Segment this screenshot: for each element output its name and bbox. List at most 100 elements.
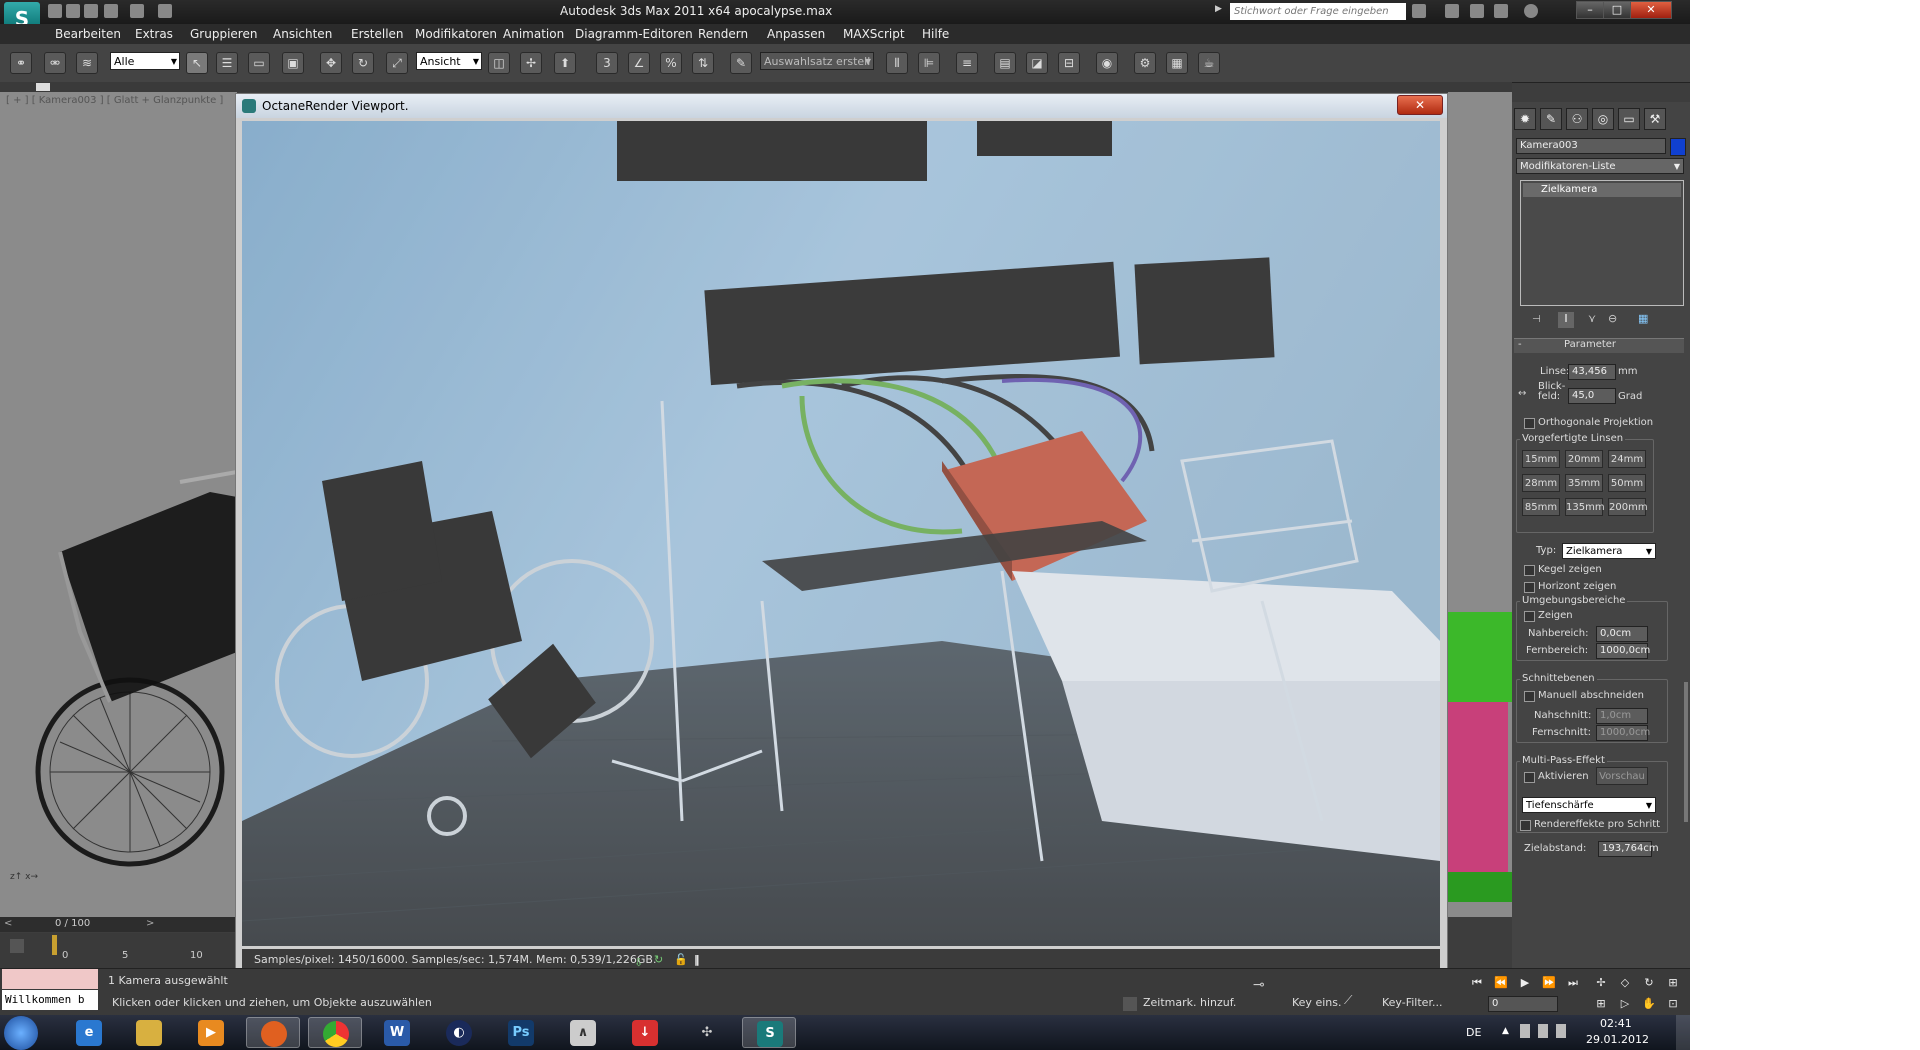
select-manipulate-icon[interactable]: ✢ [520,52,542,74]
curve-editor-icon[interactable]: ◪ [1026,52,1048,74]
undo-icon[interactable] [104,4,118,18]
trackbar[interactable]: 0 5 10 [0,933,235,968]
near-range-spinner[interactable]: 0,0cm [1596,626,1648,642]
volume-icon[interactable] [1556,1024,1566,1038]
new-file-icon[interactable] [48,4,62,18]
octane-close-button[interactable]: ✕ [1397,95,1443,115]
orbit-icon[interactable]: ↻ [1640,975,1658,991]
display-tab-icon[interactable]: ▭ [1618,108,1640,130]
menu-edit[interactable]: Bearbeiten [55,27,121,41]
taskbar-media-player[interactable]: ▶ [184,1017,238,1048]
lens-50mm-button[interactable]: 50mm [1608,474,1646,492]
walk-through-icon[interactable]: ▷ [1616,996,1634,1012]
selection-filter-dropdown[interactable]: Alle [110,52,180,71]
named-selection-dropdown[interactable]: Auswahlsatz erstell [760,52,874,71]
menu-help[interactable]: Hilfe [922,27,949,41]
menu-animation[interactable]: Animation [503,27,564,41]
maxscript-listener[interactable]: Willkommen b [2,990,98,1010]
key-icon[interactable]: ⊸ [1253,977,1279,993]
favorites-star-icon[interactable] [1494,4,1508,18]
menu-graph-editors[interactable]: Diagramm-Editoren [575,27,693,41]
lens-35mm-button[interactable]: 35mm [1565,474,1603,492]
unlink-icon[interactable]: ⚮ [44,52,66,74]
mini-curve-editor-icon[interactable] [10,939,24,953]
key-mode-icon[interactable]: ⟋ [1344,993,1364,1009]
rendered-frame-window-icon[interactable]: ▦ [1166,52,1188,74]
time-tag-icon[interactable] [1123,997,1137,1011]
previous-frame-icon[interactable]: ⏪ [1492,975,1510,991]
key-filters-button[interactable]: Key-Filter... [1382,996,1442,1009]
taskbar-download-app[interactable]: ↓ [618,1017,672,1048]
network-icon[interactable] [1538,1024,1548,1038]
render-setup-icon[interactable]: ⚙ [1134,52,1156,74]
select-by-name-icon[interactable]: ☰ [216,52,238,74]
remove-modifier-icon[interactable]: ⊖ [1608,312,1624,328]
object-color-swatch[interactable] [1670,138,1686,156]
redo-icon[interactable] [130,4,144,18]
lens-20mm-button[interactable]: 20mm [1565,450,1603,468]
time-next-icon[interactable]: > [146,918,154,929]
render-production-icon[interactable]: ☕ [1198,52,1220,74]
tray-expand-icon[interactable]: ▲ [1502,1026,1509,1036]
parameter-rollout-header[interactable]: - Parameter [1514,338,1684,353]
current-frame-field[interactable]: 0 [1488,996,1558,1012]
binoculars-icon[interactable] [1412,4,1426,18]
play-icon[interactable]: ▶ [1516,975,1534,991]
object-name-field[interactable]: Kamera003 [1516,138,1666,154]
clock-time[interactable]: 02:41 [1600,1017,1632,1030]
material-editor-icon[interactable]: ◉ [1096,52,1118,74]
target-distance-spinner[interactable]: 193,764cm [1598,841,1659,857]
viewport-config-icon[interactable] [36,83,50,91]
lens-200mm-button[interactable]: 200mm [1608,498,1648,516]
align-icon[interactable]: ⊫ [918,52,940,74]
menu-maxscript[interactable]: MAXScript [843,27,905,41]
tray-icon[interactable] [1520,1024,1530,1038]
sun-icon[interactable]: ✹ [1514,108,1536,130]
taskbar-chrome[interactable] [308,1017,362,1048]
lens-85mm-button[interactable]: 85mm [1522,498,1560,516]
far-range-spinner[interactable]: 1000,0cm [1596,643,1650,659]
minimize-button[interactable]: – [1576,1,1604,19]
rectangular-selection-icon[interactable]: ▭ [248,52,270,74]
multipass-preview-button[interactable]: Vorschau [1596,767,1648,785]
pin-stack-icon[interactable]: ⊣ [1532,314,1546,328]
keyboard-shortcut-icon[interactable]: ⬆ [554,52,576,74]
fov-direction-icon[interactable]: ↔ [1518,388,1534,400]
modifier-stack-item[interactable]: Zielkamera [1523,183,1681,197]
taskbar-firefox[interactable] [246,1017,300,1048]
menu-create[interactable]: Erstellen [351,27,404,41]
search-arrow-icon[interactable]: ▶ [1215,4,1225,18]
language-indicator[interactable]: DE [1466,1026,1481,1039]
time-slider[interactable]: < 0 / 100 > [0,917,235,932]
maximize-viewport-icon[interactable]: ⊞ [1664,975,1682,991]
taskbar-photoshop[interactable]: Ps [494,1017,548,1048]
pivot-point-icon[interactable]: ◫ [488,52,510,74]
clock-date[interactable]: 29.01.2012 [1586,1033,1649,1046]
add-time-tag-label[interactable]: Zeitmark. hinzuf. [1143,996,1236,1009]
go-to-start-icon[interactable]: ⏮ [1468,975,1486,991]
refresh-icon[interactable]: ↻ [654,949,668,966]
ortho-checkbox[interactable] [1524,418,1535,429]
mirror-icon[interactable]: ⫴ [886,52,908,74]
menu-tools[interactable]: Extras [135,27,173,41]
lens-28mm-button[interactable]: 28mm [1522,474,1560,492]
camera-viewport[interactable]: z↑ x→ [0,92,237,917]
set-key-label[interactable]: Key eins. [1292,996,1341,1009]
utilities-tab-icon[interactable]: ⚒ [1644,108,1666,130]
move-icon[interactable]: ✥ [320,52,342,74]
menu-rendering[interactable]: Rendern [698,27,748,41]
search-input[interactable]: Stichwort oder Frage eingeben [1230,3,1406,20]
viewport-label[interactable]: [ + ] [ Kamera003 ] [ Glatt + Glanzpunkt… [6,95,223,106]
reference-coordinate-dropdown[interactable]: Ansicht [416,52,482,71]
lens-15mm-button[interactable]: 15mm [1522,450,1560,468]
configure-modifier-sets-icon[interactable]: ▦ [1638,312,1654,328]
render-restart-icon[interactable]: ⇩ [634,952,648,969]
far-clip-spinner[interactable]: 1000,0cm [1596,725,1650,741]
show-horizon-checkbox[interactable] [1524,582,1535,593]
camera-type-dropdown[interactable]: Zielkamera [1562,543,1656,559]
zoom-extents-icon[interactable]: ✢ [1592,975,1610,991]
snaps-toggle-icon[interactable]: 3 [596,52,618,74]
taskbar-internet-explorer[interactable]: e [62,1017,116,1048]
link-icon[interactable]: ⚭ [10,52,32,74]
maximize-button[interactable]: □ [1603,1,1631,19]
